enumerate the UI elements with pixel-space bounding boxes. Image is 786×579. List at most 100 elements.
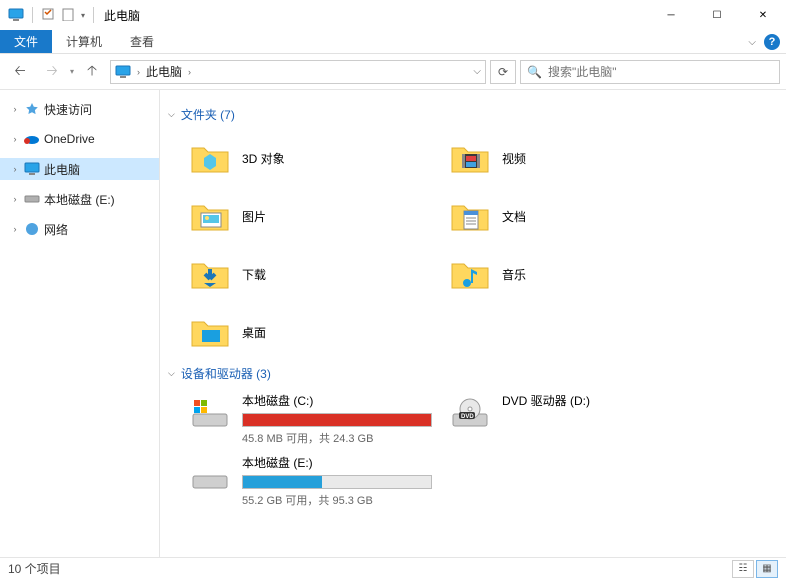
chevron-down-icon[interactable]: ⌵ <box>168 109 175 120</box>
chevron-right-icon[interactable]: › <box>10 104 20 114</box>
sidebar: › 快速访问 › OneDrive › 此电脑 › 本地磁盘 (E:) › 网络 <box>0 90 160 557</box>
folder-icon-3d <box>188 136 232 180</box>
folder-label: 图片 <box>242 208 266 225</box>
window-title: 此电脑 <box>104 7 140 24</box>
drive-icon-dvd: DVD <box>448 392 492 436</box>
titlebar-left: ▾ 此电脑 <box>8 7 140 24</box>
folder-icon-desktop <box>188 310 232 354</box>
address-bar[interactable]: › 此电脑 › ⌵ <box>110 60 486 84</box>
folder-label: 下载 <box>242 266 266 283</box>
drive-icon <box>24 191 40 207</box>
chevron-right-icon[interactable]: › <box>10 134 20 144</box>
chevron-right-icon-2[interactable]: › <box>188 67 191 77</box>
chevron-down-icon[interactable]: ⌵ <box>168 368 175 379</box>
window-controls: ─ ☐ ✕ <box>648 0 786 30</box>
drive-e[interactable]: 本地磁盘 (E:) 55.2 GB 可用，共 95.3 GB <box>186 452 446 510</box>
refresh-button[interactable]: ⟳ <box>490 60 516 84</box>
drive-c[interactable]: 本地磁盘 (C:) 45.8 MB 可用，共 24.3 GB <box>186 390 446 448</box>
folder-icon-docs <box>448 194 492 238</box>
folders-grid: 3D 对象 视频 图片 文档 下载 音乐 <box>186 131 778 359</box>
drive-usage-bar <box>242 475 432 489</box>
qat-properties-icon[interactable] <box>41 7 55 24</box>
view-details-button[interactable]: ☷ <box>732 560 754 578</box>
history-dropdown-icon[interactable]: ▾ <box>70 67 74 76</box>
qat-separator <box>32 7 33 23</box>
group-header-folders[interactable]: ⌵ 文件夹 (7) <box>168 106 778 123</box>
chevron-right-icon[interactable]: › <box>10 194 20 204</box>
drive-name: 本地磁盘 (C:) <box>242 392 444 409</box>
ribbon-tab-file[interactable]: 文件 <box>0 30 52 53</box>
group-header-label: 文件夹 (7) <box>181 106 235 123</box>
folder-3dobjects[interactable]: 3D 对象 <box>186 131 446 185</box>
content-pane: ⌵ 文件夹 (7) 3D 对象 视频 图片 文档 下载 <box>160 90 786 557</box>
folder-downloads[interactable]: 下载 <box>186 247 446 301</box>
sidebar-item-label: OneDrive <box>44 132 95 146</box>
sidebar-item-label: 快速访问 <box>44 101 92 118</box>
ribbon-tab-computer[interactable]: 计算机 <box>52 30 116 53</box>
help-icon[interactable]: ? <box>764 34 780 50</box>
qat-newfolder-icon[interactable] <box>61 7 75 24</box>
status-bar: 10 个项目 ☷ ▦ <box>0 557 786 579</box>
chevron-right-icon[interactable]: › <box>10 164 20 174</box>
sidebar-item-label: 网络 <box>44 221 68 238</box>
folder-label: 3D 对象 <box>242 150 285 167</box>
breadcrumb-root[interactable]: 此电脑 <box>146 63 182 80</box>
folder-pictures[interactable]: 图片 <box>186 189 446 243</box>
minimize-button[interactable]: ─ <box>648 0 694 30</box>
view-toggles: ☷ ▦ <box>732 560 778 578</box>
chevron-right-icon[interactable]: › <box>137 67 140 77</box>
folder-label: 音乐 <box>502 266 526 283</box>
ribbon-tab-view[interactable]: 查看 <box>116 30 168 53</box>
ribbon-expand-icon[interactable]: ⌵ <box>748 37 756 48</box>
navigation-bar: 🡠 🡢 ▾ 🡡 › 此电脑 › ⌵ ⟳ 🔍 <box>0 54 786 90</box>
sidebar-item-label: 本地磁盘 (E:) <box>44 191 115 208</box>
network-icon <box>24 221 40 237</box>
group-header-drives[interactable]: ⌵ 设备和驱动器 (3) <box>168 365 778 382</box>
folder-icon-downloads <box>188 252 232 296</box>
folder-desktop[interactable]: 桌面 <box>186 305 446 359</box>
sidebar-item-drive-e[interactable]: › 本地磁盘 (E:) <box>0 188 159 210</box>
pc-icon <box>24 161 40 177</box>
folder-videos[interactable]: 视频 <box>446 131 706 185</box>
folder-icon-video <box>448 136 492 180</box>
sidebar-item-network[interactable]: › 网络 <box>0 218 159 240</box>
body: › 快速访问 › OneDrive › 此电脑 › 本地磁盘 (E:) › 网络 <box>0 90 786 557</box>
drive-usage-bar <box>242 413 432 427</box>
drive-status: 55.2 GB 可用，共 95.3 GB <box>242 492 444 508</box>
search-box[interactable]: 🔍 <box>520 60 780 84</box>
forward-button[interactable]: 🡢 <box>38 58 66 86</box>
drive-dvd[interactable]: DVD DVD 驱动器 (D:) <box>446 390 706 448</box>
maximize-button[interactable]: ☐ <box>694 0 740 30</box>
address-icon <box>115 64 131 80</box>
app-icon <box>8 7 24 23</box>
folder-music[interactable]: 音乐 <box>446 247 706 301</box>
close-button[interactable]: ✕ <box>740 0 786 30</box>
address-dropdown-icon[interactable]: ⌵ <box>473 66 481 77</box>
folder-documents[interactable]: 文档 <box>446 189 706 243</box>
drive-status: 45.8 MB 可用，共 24.3 GB <box>242 430 444 446</box>
back-button[interactable]: 🡠 <box>6 58 34 86</box>
search-icon: 🔍 <box>527 65 542 79</box>
status-item-count: 10 个项目 <box>8 560 61 577</box>
search-input[interactable] <box>548 65 773 79</box>
folder-label: 桌面 <box>242 324 266 341</box>
chevron-right-icon[interactable]: › <box>10 224 20 234</box>
svg-text:DVD: DVD <box>461 414 474 420</box>
sidebar-item-onedrive[interactable]: › OneDrive <box>0 128 159 150</box>
sidebar-item-label: 此电脑 <box>44 161 80 178</box>
drives-grid: 本地磁盘 (C:) 45.8 MB 可用，共 24.3 GB DVD DVD 驱… <box>186 390 778 510</box>
up-button[interactable]: 🡡 <box>78 58 106 86</box>
qat-separator-2 <box>93 7 94 23</box>
folder-label: 文档 <box>502 208 526 225</box>
folder-label: 视频 <box>502 150 526 167</box>
onedrive-icon <box>24 131 40 147</box>
sidebar-item-quickaccess[interactable]: › 快速访问 <box>0 98 159 120</box>
sidebar-item-thispc[interactable]: › 此电脑 <box>0 158 159 180</box>
folder-icon-pictures <box>188 194 232 238</box>
drive-name: 本地磁盘 (E:) <box>242 454 444 471</box>
drive-name: DVD 驱动器 (D:) <box>502 392 704 409</box>
qat-dropdown-icon[interactable]: ▾ <box>81 11 85 20</box>
view-large-icons-button[interactable]: ▦ <box>756 560 778 578</box>
title-bar: ▾ 此电脑 ─ ☐ ✕ <box>0 0 786 30</box>
group-header-label: 设备和驱动器 (3) <box>181 365 271 382</box>
